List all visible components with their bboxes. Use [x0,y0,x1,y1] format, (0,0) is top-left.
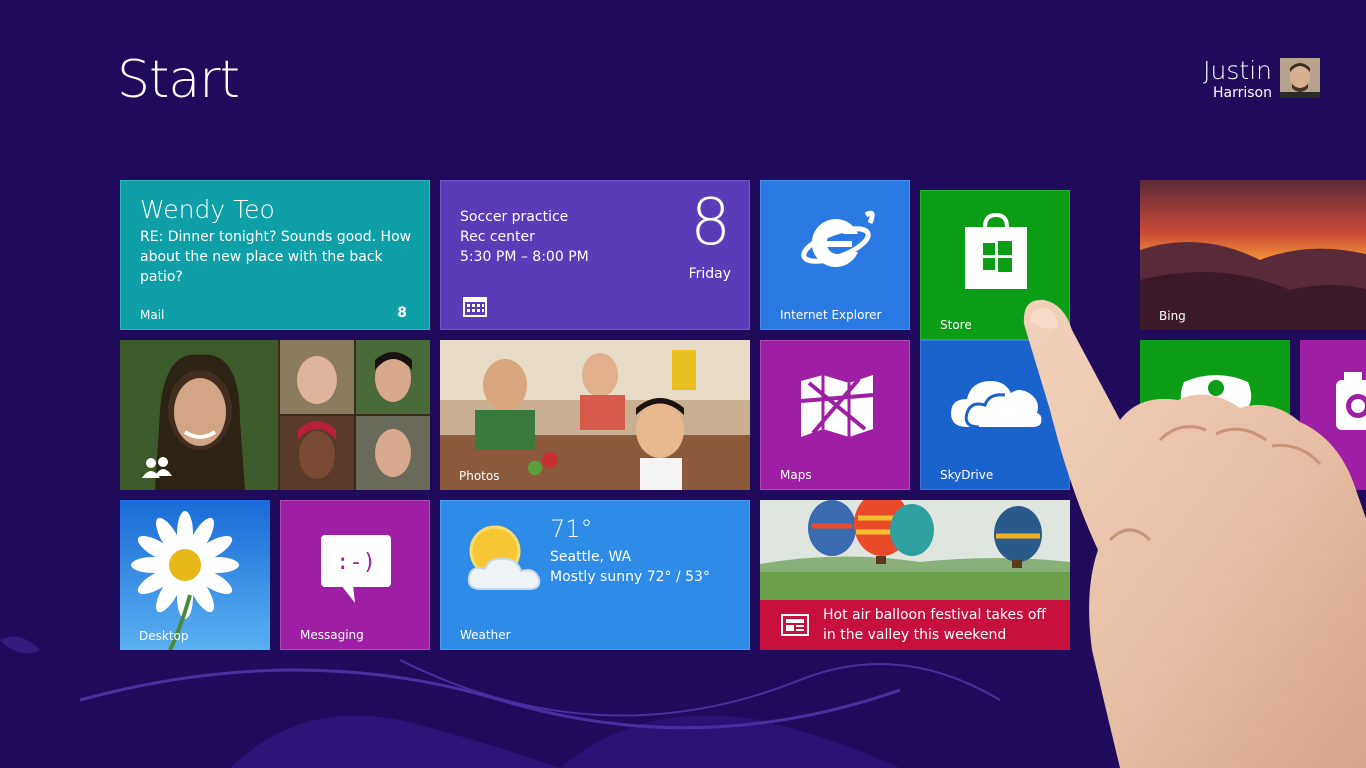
pointing-hand-image [1023,299,1366,768]
mail-sender: Wendy Teo [140,195,275,224]
photos-tile[interactable]: Photos [440,340,750,490]
partly-sunny-icon [467,525,541,590]
chat-bubble-icon: :-) [321,535,391,603]
weather-condition: Mostly sunny 72° / 53° [550,569,710,585]
user-last-name: Harrison [1213,85,1272,101]
calendar-icon [463,297,487,317]
photos-image [440,340,750,490]
user-account[interactable]: Justin Harrison [1203,58,1320,100]
internet-explorer-tile[interactable]: Internet Explorer [760,180,910,330]
page-title: Start [117,50,240,110]
skydrive-label: SkyDrive [940,468,994,482]
messaging-tile[interactable]: :-) Messaging [280,500,430,650]
store-label: Store [940,318,972,332]
photos-label: Photos [459,469,500,483]
desktop-daisy-image [120,500,270,650]
calendar-event-location: Rec center [460,229,535,245]
mail-unread-count: 8 [397,305,407,321]
calendar-tile[interactable]: Soccer practice Rec center 5:30 PM – 8:0… [440,180,750,330]
svg-text::-): :-) [336,550,376,575]
avatar [1280,58,1320,98]
messaging-label: Messaging [300,628,364,642]
mail-subject: RE: Dinner tonight? Sounds good. How abo… [140,229,412,285]
desktop-label: Desktop [139,629,189,643]
calendar-day: Friday [688,266,731,282]
weather-tile[interactable]: 71° Seattle, WA Mostly sunny 72° / 53° W… [440,500,750,650]
newspaper-icon [781,614,809,636]
calendar-event-time: 5:30 PM – 8:00 PM [460,249,589,265]
maps-icon [800,375,874,437]
people-tile[interactable] [120,340,430,490]
weather-location: Seattle, WA [550,549,632,565]
maps-tile[interactable]: Maps [760,340,910,490]
calendar-date: 8 [690,186,731,260]
calendar-event-title: Soccer practice [460,209,569,225]
maps-label: Maps [780,468,812,482]
weather-temperature: 71° [550,515,593,543]
mail-label: Mail [140,308,165,322]
desktop-tile[interactable]: Desktop [120,500,270,650]
weather-label: Weather [460,628,511,642]
mail-tile[interactable]: Wendy Teo RE: Dinner tonight? Sounds goo… [120,180,430,330]
internet-explorer-icon [801,210,875,267]
user-first-name: Justin [1203,56,1272,85]
store-bag-icon [965,213,1027,289]
people-icon [142,457,172,478]
internet-explorer-label: Internet Explorer [780,308,882,322]
